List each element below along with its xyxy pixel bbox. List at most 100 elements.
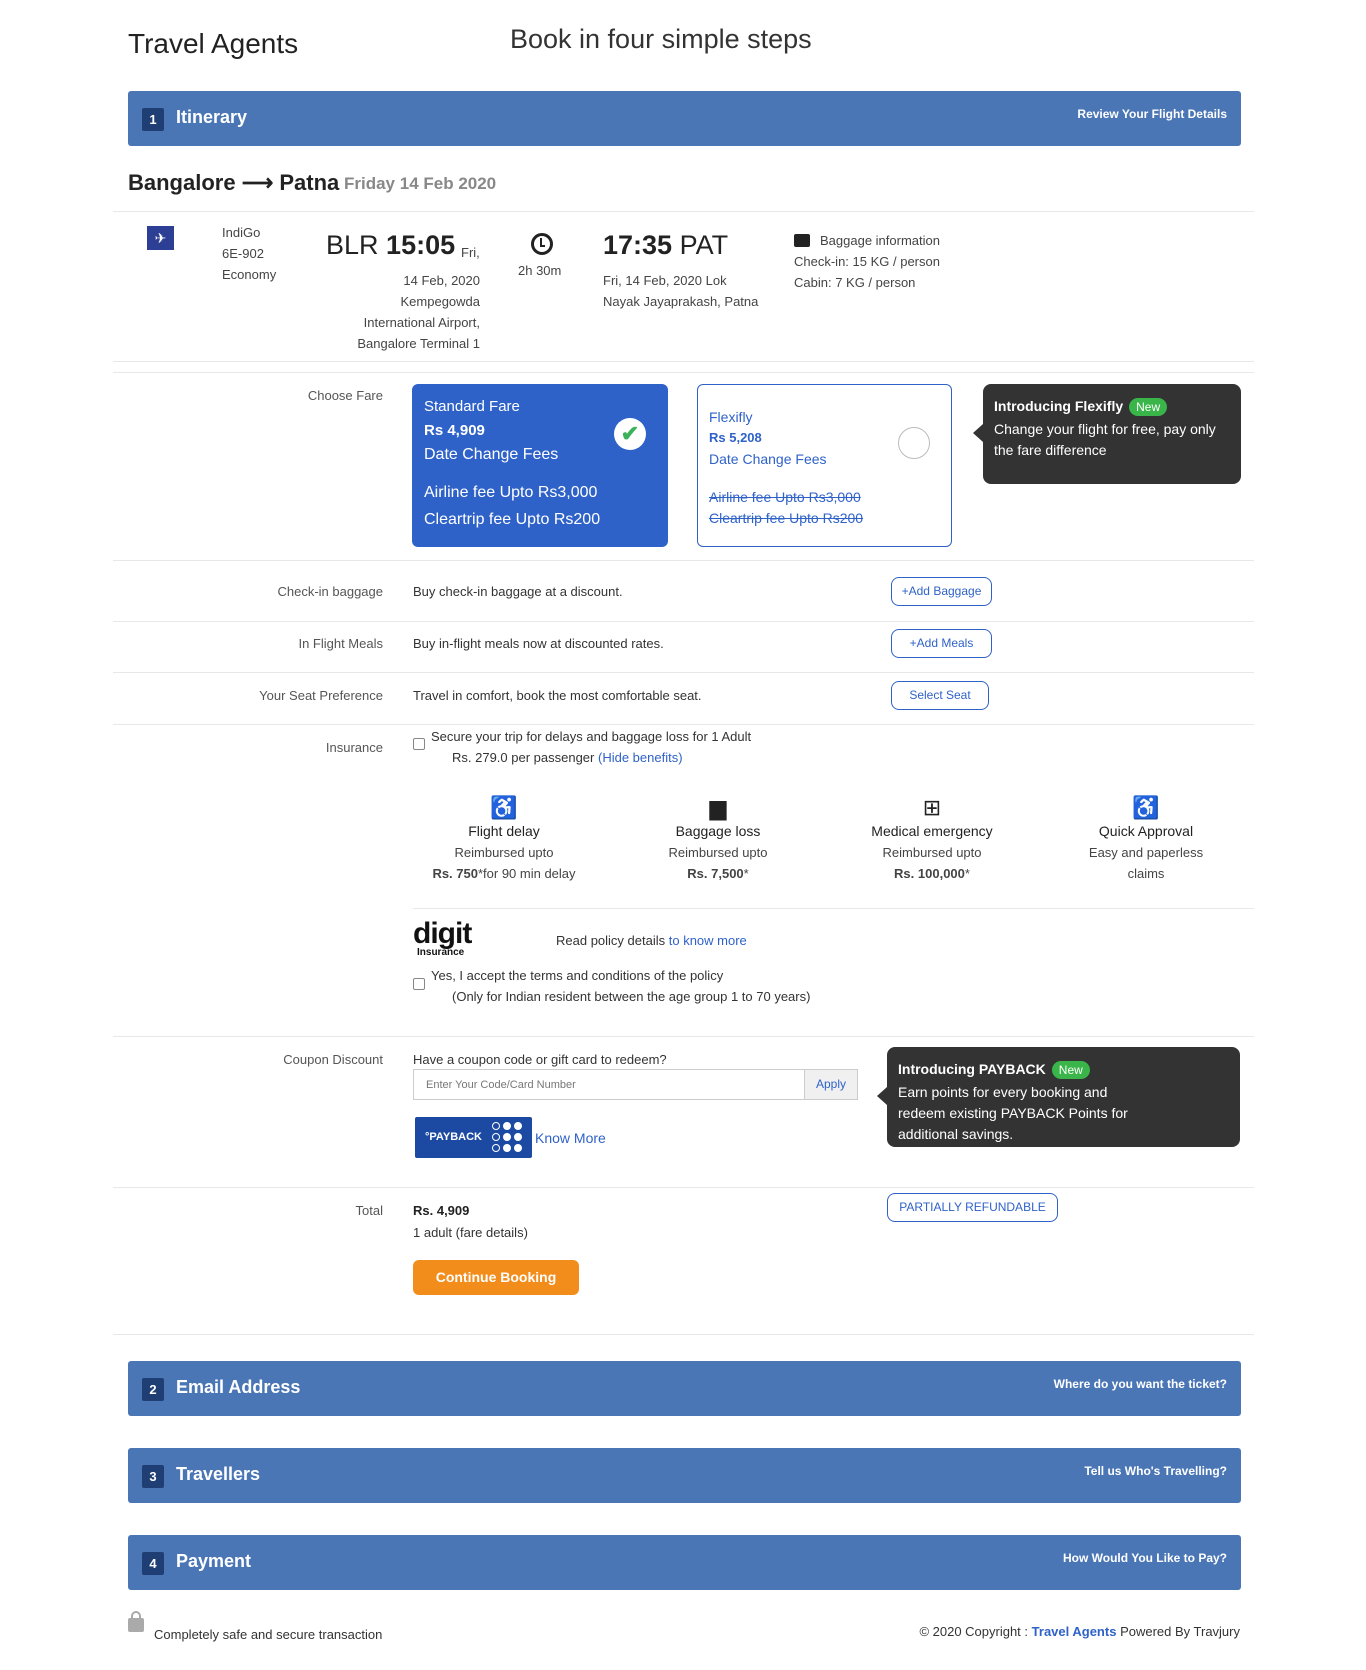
step-title: Payment bbox=[176, 1551, 252, 1571]
route-title: Bangalore ⟶ Patna bbox=[128, 170, 340, 195]
benefit-quick-approval: ♿ Quick Approval Easy and paperless clai… bbox=[1051, 795, 1241, 884]
departure-airport-line: International Airport, bbox=[363, 315, 480, 330]
benefit-title: Baggage loss bbox=[675, 823, 761, 839]
airline-fee: Airline fee Upto Rs3,000 bbox=[709, 489, 861, 505]
add-meals-button[interactable]: +Add Meals bbox=[891, 629, 992, 658]
logo[interactable]: Travel Agents bbox=[128, 28, 298, 60]
benefit-amount: Rs. 100,000 bbox=[894, 866, 965, 881]
flexifly-fare-card[interactable]: Flexifly Rs 5,208 Date Change Fees Airli… bbox=[697, 384, 952, 547]
benefit-medical-emergency: ⊞ Medical emergency Reimbursed upto Rs. … bbox=[837, 795, 1027, 884]
insurance-line2: Rs. 279.0 per passenger (Hide benefits) bbox=[452, 750, 683, 765]
tooltip-heading: Introducing Flexifly bbox=[994, 398, 1124, 414]
meals-label: In Flight Meals bbox=[298, 636, 383, 651]
step-subtitle: How Would You Like to Pay? bbox=[1062, 1551, 1227, 1565]
total-label: Total bbox=[355, 1203, 383, 1218]
copyright: © 2020 Copyright : Travel Agents Powered… bbox=[919, 1624, 1240, 1639]
step-email-bar[interactable]: 2 Email Address Where do you want the ti… bbox=[128, 1361, 1241, 1416]
departure-clock: 15:05 bbox=[386, 230, 456, 260]
divider bbox=[113, 1187, 1254, 1188]
accept-terms-checkbox[interactable] bbox=[413, 978, 425, 990]
step-travellers-bar[interactable]: 3 Travellers Tell us Who's Travelling? bbox=[128, 1448, 1241, 1503]
tooltip-title: Introducing PAYBACK New bbox=[898, 1061, 1090, 1079]
hide-benefits-link[interactable]: (Hide benefits) bbox=[598, 750, 683, 765]
step-subtitle: Tell us Who's Travelling? bbox=[1084, 1464, 1227, 1478]
payback-logo[interactable]: °PAYBACK bbox=[415, 1117, 532, 1158]
digit-logo: digit bbox=[413, 917, 472, 950]
airline-fee: Airline fee Upto Rs3,000 bbox=[424, 484, 598, 501]
coupon-prompt: Have a coupon code or gift card to redee… bbox=[413, 1052, 667, 1067]
benefit-amount: Rs. 7,500 bbox=[687, 866, 744, 881]
insurance-checkbox[interactable] bbox=[413, 738, 425, 750]
divider bbox=[113, 1036, 1254, 1037]
standard-fare-card[interactable]: Standard Fare Rs 4,909 Date Change Fees … bbox=[412, 384, 668, 547]
coupon-label: Coupon Discount bbox=[283, 1052, 383, 1067]
cleartrip-fee: Cleartrip fee Upto Rs200 bbox=[424, 511, 601, 528]
add-baggage-button[interactable]: +Add Baggage bbox=[891, 577, 992, 606]
fare-radio[interactable] bbox=[898, 427, 930, 459]
fare-name: Flexifly bbox=[709, 409, 753, 425]
step-number: 3 bbox=[142, 1465, 164, 1488]
meals-text: Buy in-flight meals now at discounted ra… bbox=[413, 636, 664, 651]
policy-link[interactable]: to know more bbox=[669, 933, 747, 948]
flight-number: 6E-902 bbox=[222, 246, 264, 261]
copyright-brand-link[interactable]: Travel Agents bbox=[1032, 1624, 1117, 1639]
divider bbox=[113, 560, 1254, 561]
benefit-note: * bbox=[964, 866, 970, 881]
benefit-title: Quick Approval bbox=[1098, 823, 1194, 839]
total-detail[interactable]: 1 adult (fare details) bbox=[413, 1225, 528, 1240]
new-badge: New bbox=[1051, 1061, 1090, 1079]
checkmark-icon: ✔ bbox=[614, 418, 646, 450]
divider bbox=[113, 1334, 1254, 1335]
benefit-line2: claims bbox=[1051, 863, 1241, 884]
benefit-line1: Reimbursed upto bbox=[668, 845, 768, 860]
tooltip-text: Change your flight for free, pay only th… bbox=[994, 421, 1216, 458]
payback-logo-text: °PAYBACK bbox=[425, 1131, 482, 1143]
continue-booking-button[interactable]: Continue Booking bbox=[413, 1260, 579, 1295]
accept-terms-text: Yes, I accept the terms and conditions o… bbox=[431, 968, 724, 983]
arrival-detail: Fri, 14 Feb, 2020 Lok Nayak Jayaprakash,… bbox=[603, 270, 773, 312]
secure-transaction-text: Completely safe and secure transaction bbox=[154, 1627, 383, 1642]
benefit-note: claims bbox=[1127, 866, 1165, 881]
apply-button[interactable]: Apply bbox=[804, 1069, 858, 1100]
total-amount: Rs. 4,909 bbox=[413, 1203, 470, 1218]
arrival-airport: Nayak Jayaprakash, Patna bbox=[603, 294, 759, 309]
route-date: Friday 14 Feb 2020 bbox=[344, 174, 497, 193]
tooltip-heading: Introducing PAYBACK bbox=[898, 1061, 1046, 1077]
divider bbox=[413, 908, 1254, 909]
benefit-line2: Rs. 100,000* bbox=[837, 863, 1027, 884]
payback-tooltip: Introducing PAYBACK New Earn points for e… bbox=[877, 1047, 1240, 1147]
benefit-title: Medical emergency bbox=[871, 823, 993, 839]
insurance-price: Rs. 279.0 per passenger bbox=[452, 750, 595, 765]
policy-text: Read policy details bbox=[556, 933, 666, 948]
wheelchair-icon: ♿ bbox=[1132, 795, 1160, 820]
copyright-prefix: © 2020 Copyright : bbox=[919, 1624, 1029, 1639]
benefit-note: *for 90 min delay bbox=[477, 866, 576, 881]
flexifly-tooltip: Introducing Flexifly New Change your flig… bbox=[973, 384, 1241, 484]
fare-price: Rs 4,909 bbox=[424, 422, 485, 439]
fare-name: Standard Fare bbox=[424, 398, 520, 415]
step-payment-bar[interactable]: 4 Payment How Would You Like to Pay? bbox=[128, 1535, 1241, 1590]
suitcase-icon: ▆ bbox=[709, 795, 727, 820]
choose-fare-label: Choose Fare bbox=[307, 388, 383, 403]
fare-price: Rs 5,208 bbox=[709, 430, 762, 445]
coupon-input[interactable]: Enter Your Code/Card Number bbox=[413, 1069, 804, 1100]
new-badge: New bbox=[1129, 398, 1168, 416]
checkin-allowance: Check-in: 15 KG / person bbox=[794, 254, 940, 269]
step-title: Itinerary bbox=[176, 107, 248, 127]
select-seat-button[interactable]: Select Seat bbox=[891, 681, 989, 710]
divider bbox=[113, 361, 1254, 362]
digit-logo-sub: Insurance bbox=[417, 947, 465, 958]
fare-desc: Date Change Fees bbox=[424, 446, 559, 463]
step-subtitle: Review Your Flight Details bbox=[1077, 107, 1227, 121]
divider bbox=[113, 672, 1254, 673]
benefit-note: * bbox=[743, 866, 749, 881]
benefit-amount: Rs. 750 bbox=[432, 866, 478, 881]
baggage-info: Baggage information Check-in: 15 KG / pe… bbox=[794, 230, 940, 293]
step-itinerary-bar[interactable]: 1 Itinerary Review Your Flight Details bbox=[128, 91, 1241, 146]
know-more-link[interactable]: Know More bbox=[535, 1130, 606, 1146]
policy-details: Read policy details to know more bbox=[556, 933, 747, 948]
benefit-baggage-loss: ▆ Baggage loss Reimbursed upto Rs. 7,500… bbox=[623, 795, 813, 884]
cabin-allowance: Cabin: 7 KG / person bbox=[794, 275, 916, 290]
benefit-line1: Reimbursed upto bbox=[454, 845, 554, 860]
arrival-code: PAT bbox=[679, 230, 729, 260]
